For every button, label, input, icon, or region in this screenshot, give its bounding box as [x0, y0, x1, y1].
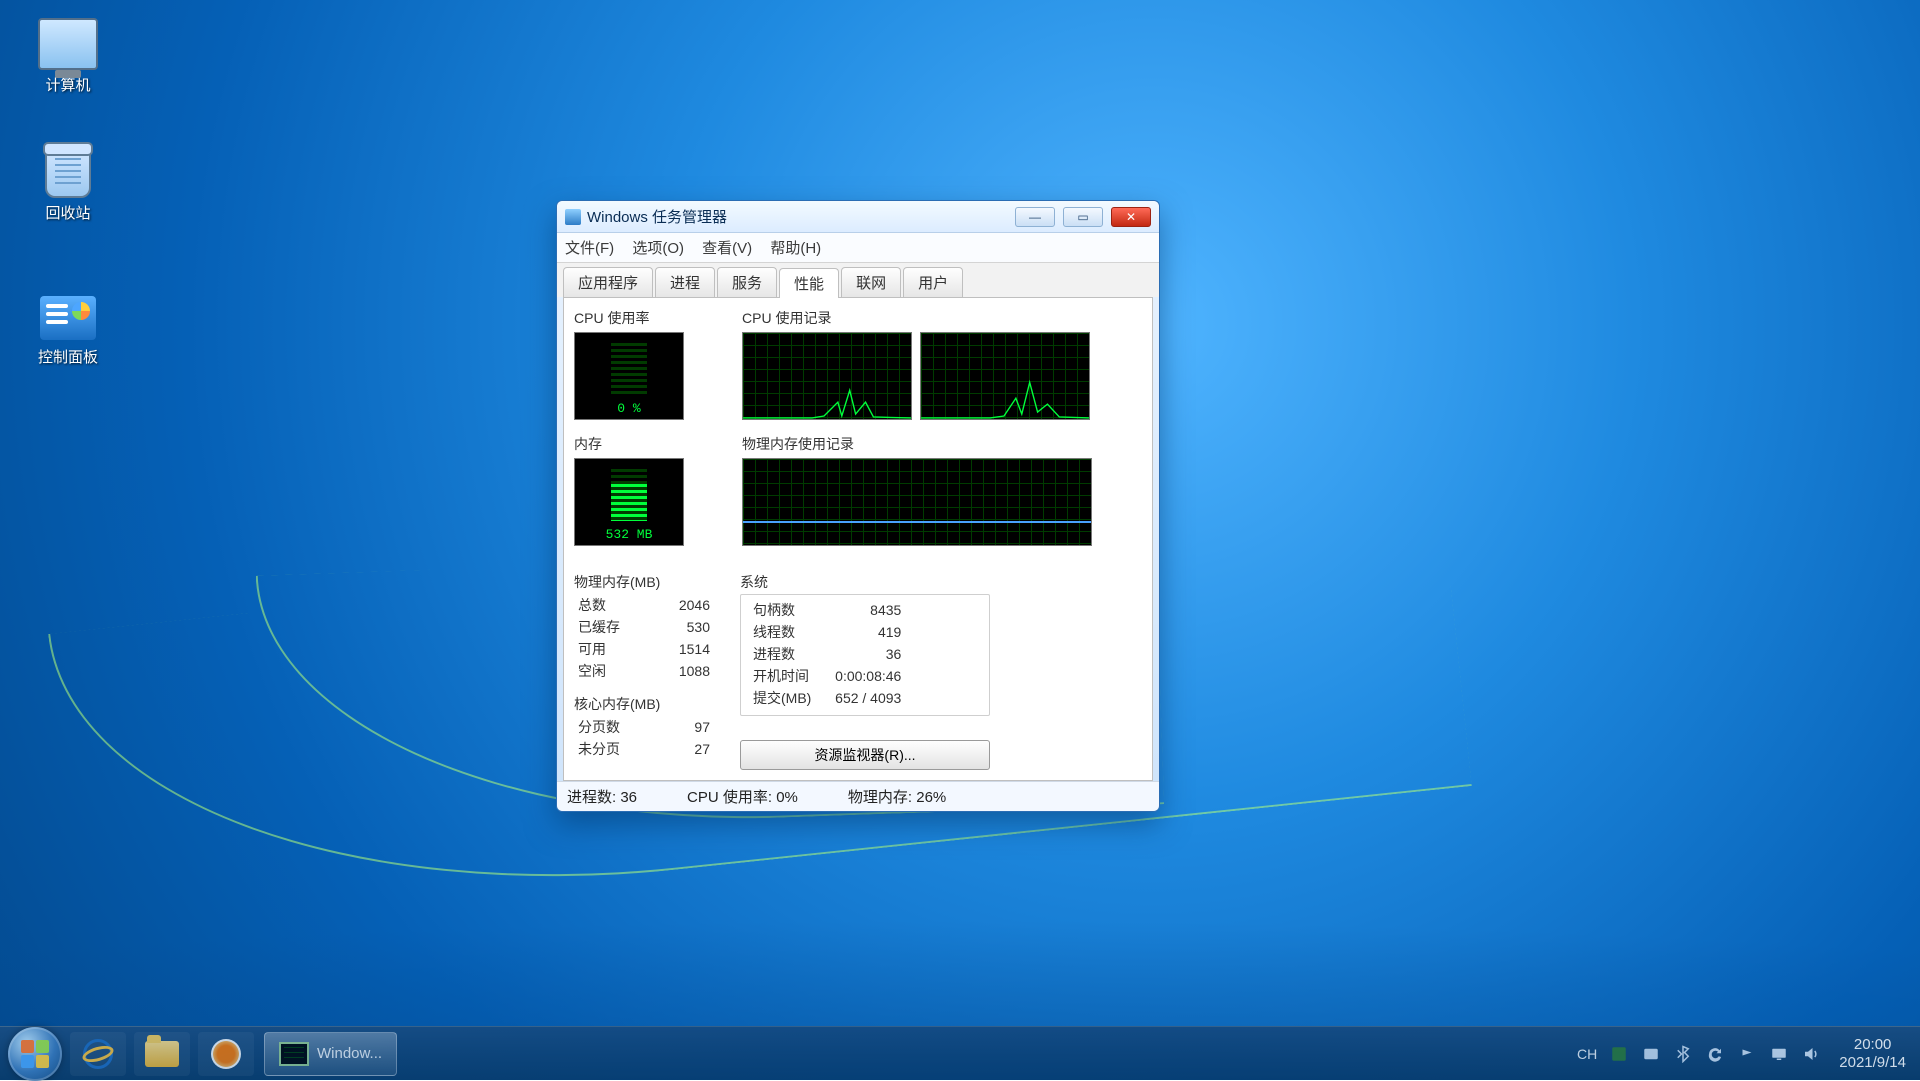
kernel-memory-table: 分页数97 未分页27 — [574, 716, 714, 760]
label-kernel-memory: 核心内存(MB) — [574, 694, 714, 714]
memory-value: 532 MB — [575, 528, 683, 541]
physical-memory-table: 总数2046 已缓存530 可用1514 空闲1088 — [574, 594, 714, 682]
label-memory: 内存 — [574, 434, 724, 454]
menu-bar: 文件(F) 选项(O) 查看(V) 帮助(H) — [557, 233, 1159, 263]
titlebar[interactable]: Windows 任务管理器 — ▭ ✕ — [557, 201, 1159, 233]
tab-processes[interactable]: 进程 — [655, 267, 715, 297]
pinned-internet-explorer[interactable] — [70, 1032, 126, 1076]
pinned-explorer[interactable] — [134, 1032, 190, 1076]
tray-vmtools-icon[interactable] — [1641, 1044, 1661, 1064]
taskbar-item-label: Window... — [317, 1045, 382, 1062]
status-memory: 物理内存: 26% — [848, 786, 946, 807]
task-manager-window[interactable]: Windows 任务管理器 — ▭ ✕ 文件(F) 选项(O) 查看(V) 帮助… — [556, 200, 1160, 812]
tray-network-icon[interactable] — [1769, 1044, 1789, 1064]
label-physical-memory: 物理内存(MB) — [574, 572, 714, 592]
start-button[interactable] — [8, 1027, 62, 1081]
clock-date: 2021/9/14 — [1839, 1054, 1906, 1071]
clock-time: 20:00 — [1839, 1036, 1906, 1053]
memory-history-graph — [742, 458, 1092, 546]
tab-performance[interactable]: 性能 — [779, 268, 839, 298]
computer-icon — [38, 18, 98, 70]
status-bar: 进程数: 36 CPU 使用率: 0% 物理内存: 26% — [557, 781, 1159, 811]
media-player-icon — [211, 1039, 241, 1069]
close-button[interactable]: ✕ — [1111, 207, 1151, 227]
status-cpu: CPU 使用率: 0% — [687, 786, 798, 807]
tray-bluetooth-icon[interactable] — [1673, 1044, 1693, 1064]
folder-icon — [145, 1041, 179, 1067]
tab-networking[interactable]: 联网 — [841, 267, 901, 297]
performance-panel: CPU 使用率 0 % CPU 使用记录 — [563, 297, 1153, 781]
ime-indicator[interactable]: CH — [1577, 1046, 1597, 1062]
menu-file[interactable]: 文件(F) — [565, 240, 614, 257]
menu-view[interactable]: 查看(V) — [702, 240, 752, 257]
desktop-icon-computer[interactable]: 计算机 — [18, 18, 118, 95]
desktop-icon-recycle-bin[interactable]: 回收站 — [18, 148, 118, 223]
tab-services[interactable]: 服务 — [717, 267, 777, 297]
label-cpu-usage: CPU 使用率 — [574, 308, 724, 328]
tray-volume-icon[interactable] — [1801, 1044, 1821, 1064]
tab-users[interactable]: 用户 — [903, 267, 963, 297]
tray-action-center-icon[interactable] — [1737, 1044, 1757, 1064]
pinned-media-player[interactable] — [198, 1032, 254, 1076]
taskbar: Window... CH 20:00 2021/9/14 — [0, 1026, 1920, 1080]
cpu-usage-gauge: 0 % — [574, 332, 684, 420]
ie-icon — [83, 1039, 113, 1069]
tray-updates-icon[interactable] — [1705, 1044, 1725, 1064]
window-title: Windows 任务管理器 — [587, 206, 727, 227]
label-memory-history: 物理内存使用记录 — [742, 434, 1142, 454]
recycle-bin-icon — [45, 148, 91, 198]
taskbar-clock[interactable]: 20:00 2021/9/14 — [1833, 1036, 1912, 1071]
tab-strip: 应用程序 进程 服务 性能 联网 用户 — [557, 263, 1159, 297]
system-table: 句柄数8435 线程数419 进程数36 开机时间0:00:08:46 提交(M… — [749, 599, 905, 709]
desktop[interactable]: 计算机 回收站 控制面板 Windows 任务管理器 — ▭ ✕ 文件(F) 选… — [0, 0, 1920, 1080]
control-panel-icon — [40, 296, 96, 340]
memory-gauge: 532 MB — [574, 458, 684, 546]
cpu-history-graph-core-0 — [742, 332, 912, 420]
tray-security-icon[interactable] — [1609, 1044, 1629, 1064]
cpu-history-graph-core-1 — [920, 332, 1090, 420]
tab-applications[interactable]: 应用程序 — [563, 267, 653, 297]
task-manager-icon — [279, 1042, 309, 1066]
label-cpu-history: CPU 使用记录 — [742, 308, 1142, 328]
menu-options[interactable]: 选项(O) — [632, 240, 684, 257]
desktop-icon-control-panel[interactable]: 控制面板 — [18, 296, 118, 367]
menu-help[interactable]: 帮助(H) — [770, 240, 821, 257]
resource-monitor-button[interactable]: 资源监视器(R)... — [740, 740, 990, 770]
cpu-usage-value: 0 % — [575, 402, 683, 415]
taskbar-item-task-manager[interactable]: Window... — [264, 1032, 397, 1076]
status-processes: 进程数: 36 — [567, 786, 637, 807]
maximize-button[interactable]: ▭ — [1063, 207, 1103, 227]
minimize-button[interactable]: — — [1015, 207, 1055, 227]
desktop-icon-label: 控制面板 — [18, 346, 118, 367]
label-system: 系统 — [740, 572, 990, 592]
system-tray: CH 20:00 2021/9/14 — [1577, 1036, 1912, 1071]
desktop-icon-label: 回收站 — [18, 202, 118, 223]
app-icon — [565, 209, 581, 225]
windows-logo-icon — [21, 1040, 49, 1068]
